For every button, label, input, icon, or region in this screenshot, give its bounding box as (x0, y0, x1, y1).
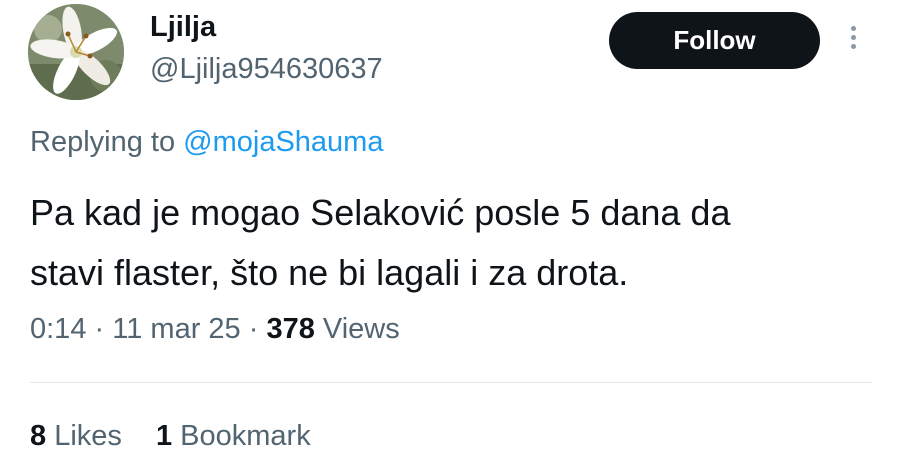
likes-count: 8 (30, 420, 47, 450)
views-count: 378 (266, 313, 315, 345)
bookmarks-stat[interactable]: 1 Bookmark (156, 420, 311, 450)
tweet-text-line: stavi flaster, što ne bi lagali i za dro… (30, 252, 629, 293)
views-label: Views (322, 313, 400, 345)
replying-to-label: Replying to (30, 126, 176, 158)
tweet-meta: 0:14 · 11 mar 25 · 378 Views (30, 311, 400, 347)
likes-label: Likes (54, 420, 122, 450)
divider (30, 382, 872, 383)
bookmarks-count: 1 (155, 420, 173, 450)
separator-dot: · (94, 313, 105, 345)
avatar[interactable] (28, 4, 124, 100)
likes-stat[interactable]: 8 Likes (30, 420, 122, 450)
separator-dot: · (248, 313, 259, 345)
tweet-date[interactable]: 11 mar 25 (112, 313, 240, 345)
more-vertical-icon[interactable] (838, 22, 868, 62)
lily-flower-avatar-image (28, 4, 124, 100)
follow-button[interactable]: Follow (609, 12, 820, 69)
tweet-time[interactable]: 0:14 (30, 313, 86, 345)
tweet-text-line: Pa kad je mogao Selaković posle 5 dana d… (30, 192, 731, 233)
display-name[interactable]: Ljilja (150, 10, 216, 44)
replying-to: Replying to @mojaShauma (30, 125, 383, 159)
reply-mention-link[interactable]: @mojaShauma (183, 126, 383, 158)
bookmarks-label: Bookmark (180, 420, 311, 450)
user-handle[interactable]: @Ljilja954630637 (150, 52, 383, 86)
engagement-stats: 8 Likes 1 Bookmark (30, 418, 337, 450)
tweet-card: Ljilja @Ljilja954630637 Follow Replying … (0, 0, 900, 450)
tweet-text: Pa kad je mogao Selaković posle 5 dana d… (30, 183, 875, 303)
